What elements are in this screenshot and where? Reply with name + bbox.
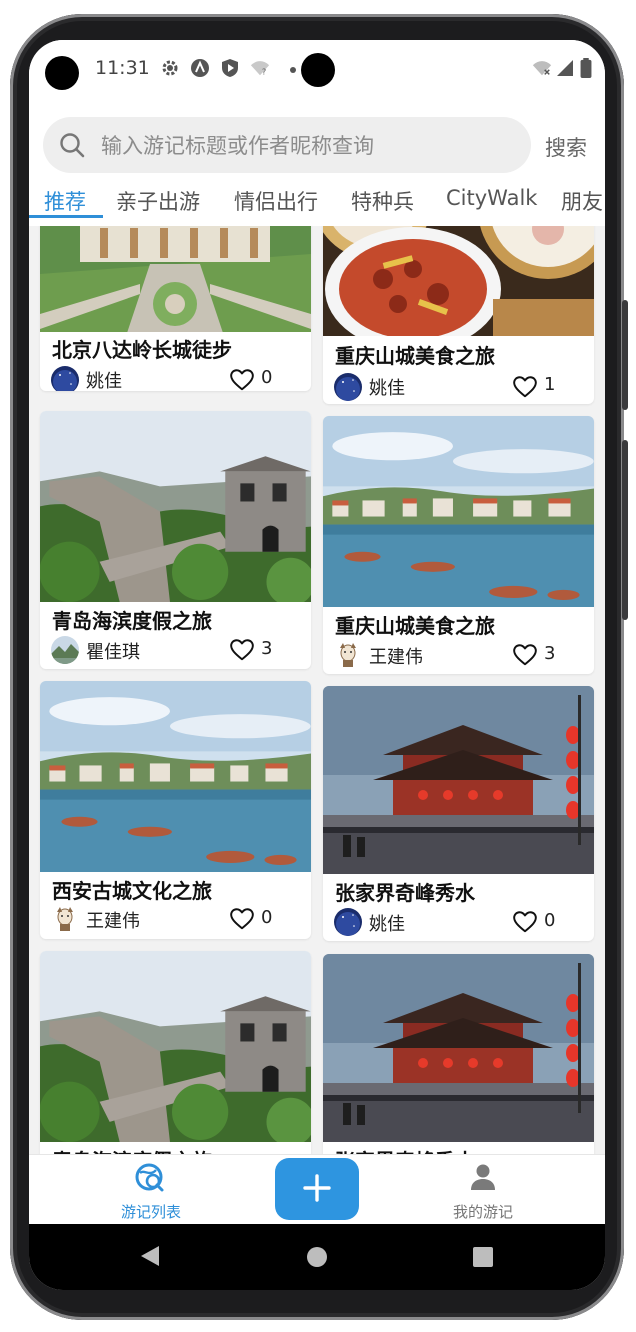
travel-card[interactable]: 重庆山城美食之旅 王建伟 3: [323, 416, 594, 674]
card-photo: [323, 954, 594, 1142]
card-photo: [323, 226, 594, 336]
travel-card[interactable]: 张家界奇峰秀水 姚佳 0: [323, 686, 594, 941]
tab-friends[interactable]: 朋友: [561, 186, 603, 216]
tab-couple-trip[interactable]: 情侣出行: [234, 186, 318, 216]
card-title: 青岛海滨度假之旅: [52, 609, 212, 633]
person-icon: [471, 1164, 495, 1190]
battery-icon: [580, 58, 592, 78]
nav-my-notes[interactable]: 我的游记: [423, 1155, 543, 1225]
author-name: 姚佳: [369, 914, 405, 935]
tab-recommend[interactable]: 推荐: [44, 186, 86, 216]
card-photo: [323, 686, 594, 874]
travel-feed[interactable]: 北京八达岭长城徒步 姚佳 0 重庆山城美食之旅 姚佳 1 青岛海滨度假之旅 瞿佳…: [29, 226, 605, 1154]
power-button: [622, 300, 628, 410]
travel-search-icon: [135, 1163, 164, 1192]
heart-icon[interactable]: [229, 906, 255, 932]
cell-signal-icon: [557, 60, 573, 76]
card-photo: [40, 951, 311, 1142]
card-photo: [40, 226, 311, 332]
author-avatar: [51, 636, 79, 664]
like-count: 0: [261, 907, 273, 928]
nav-travel-list-label: 游记列表: [120, 1203, 181, 1221]
card-title: 北京八达岭长城徒步: [52, 338, 232, 362]
card-photo: [40, 681, 311, 872]
tab-family-trip[interactable]: 亲子出游: [116, 186, 200, 216]
heart-icon[interactable]: [229, 367, 255, 391]
home-icon[interactable]: [306, 1246, 328, 1268]
card-title: 重庆山城美食之旅: [335, 344, 495, 368]
like-count: 0: [261, 367, 273, 388]
card-photo: [323, 416, 594, 607]
card-title: 张家界奇峰秀水: [335, 881, 475, 905]
author-avatar: [334, 373, 362, 401]
like-count: 3: [261, 638, 273, 659]
heart-icon[interactable]: [512, 374, 538, 400]
travel-card[interactable]: 青岛海滨度假之旅 瞿佳琪 3: [40, 411, 311, 669]
author-name: 姚佳: [86, 371, 122, 391]
travel-card[interactable]: 北京八达岭长城徒步 姚佳 0: [40, 226, 311, 391]
travel-card[interactable]: 张家界奇峰秀水: [323, 954, 594, 1154]
tab-citywalk[interactable]: CityWalk: [446, 186, 537, 210]
heart-icon[interactable]: [512, 909, 538, 935]
author-name: 王建伟: [86, 911, 140, 932]
bottom-navigation: 游记列表 我的游记: [29, 1154, 605, 1225]
add-travel-note-button[interactable]: [275, 1158, 359, 1220]
search-input[interactable]: [99, 117, 523, 175]
author-avatar: [334, 908, 362, 936]
plus-icon: [303, 1173, 331, 1202]
card-photo: [40, 411, 311, 602]
nav-travel-list[interactable]: 游记列表: [91, 1155, 211, 1225]
author-avatar: [51, 904, 79, 932]
tab-special-forces[interactable]: 特种兵: [351, 186, 414, 216]
notification-dot: [290, 67, 296, 73]
card-title: 重庆山城美食之旅: [335, 614, 495, 638]
svg-text:?: ?: [262, 66, 266, 76]
travel-card[interactable]: 重庆山城美食之旅 姚佳 1: [323, 226, 594, 404]
heart-icon[interactable]: [512, 642, 538, 668]
active-tab-indicator: [29, 215, 103, 218]
back-icon[interactable]: [139, 1244, 161, 1268]
search-button[interactable]: 搜索: [545, 132, 587, 162]
like-count: 0: [544, 910, 556, 931]
author-name: 王建伟: [369, 647, 423, 668]
search-icon: [60, 133, 85, 158]
like-count: 3: [544, 643, 556, 664]
card-title: 张家界奇峰秀水: [335, 1145, 475, 1154]
travel-card[interactable]: 西安古城文化之旅 王建伟 0: [40, 681, 311, 939]
gear-icon: [162, 60, 178, 76]
travel-card[interactable]: 青岛海滨度假之旅: [40, 951, 311, 1154]
volume-button: [622, 440, 628, 620]
recents-icon[interactable]: [473, 1247, 493, 1267]
status-bar: 11:31 ?: [29, 40, 605, 100]
vpn-a-icon: [191, 59, 209, 77]
camera-cutout: [45, 56, 79, 90]
category-tabs: 推荐 亲子出游 情侣出行 特种兵 CityWalk 朋友: [29, 180, 605, 220]
search-bar: [43, 117, 531, 175]
heart-icon[interactable]: [229, 637, 255, 663]
app-screen: 11:31 ? 输入游记标题或作者昵称查询 搜索 推荐 亲子出游 情侣出行 特种…: [29, 40, 605, 1290]
wifi-off-icon: [532, 61, 552, 76]
nav-my-notes-label: 我的游记: [452, 1203, 513, 1221]
author-name: 姚佳: [369, 378, 405, 399]
wifi-unknown-icon: ?: [250, 61, 270, 76]
card-title: 西安古城文化之旅: [52, 879, 212, 903]
like-count: 1: [544, 374, 556, 395]
author-avatar: [334, 640, 362, 668]
shield-play-icon: [222, 59, 238, 77]
status-time: 11:31: [95, 57, 150, 79]
author-avatar: [51, 366, 79, 391]
author-name: 瞿佳琪: [86, 642, 140, 663]
system-navigation-bar: [29, 1224, 605, 1290]
card-title: 青岛海滨度假之旅: [52, 1145, 212, 1154]
front-camera: [301, 53, 335, 87]
